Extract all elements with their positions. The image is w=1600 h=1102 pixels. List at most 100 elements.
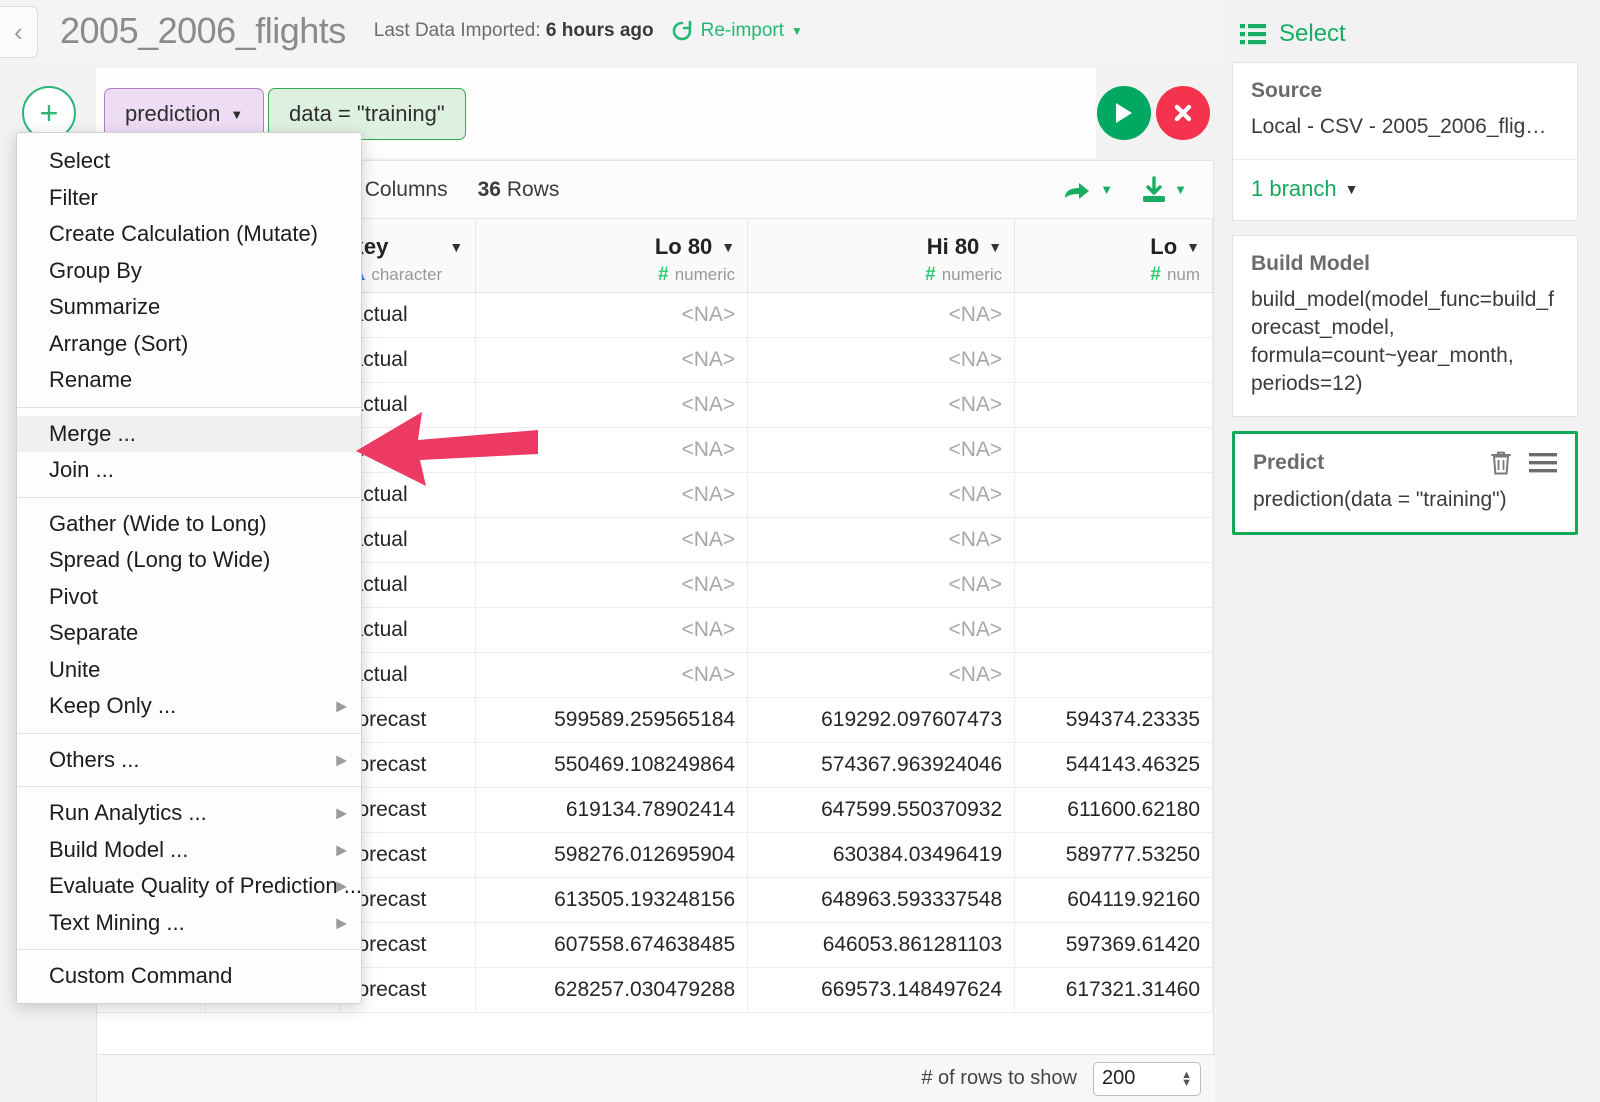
table-cell-lo80: 550469.108249864 (476, 743, 749, 787)
menu-item-label: Rename (49, 367, 133, 393)
table-cell-lo80: <NA> (476, 293, 749, 337)
menu-item-label: Gather (Wide to Long) (49, 510, 267, 536)
column-header-lo-80[interactable]: Lo 80 ▼ # numeric (476, 219, 749, 292)
chevron-down-icon: ▼ (791, 24, 803, 38)
table-footer: # of rows to show 200 ▲ ▼ (97, 1054, 1215, 1102)
menu-item-group-by[interactable]: Group By (17, 253, 361, 290)
menu-item-label: Text Mining ... (49, 909, 185, 935)
stepper-arrows-icon: ▲ ▼ (1181, 1068, 1192, 1089)
menu-item-arrange-sort[interactable]: Arrange (Sort) (17, 326, 361, 363)
table-cell-lo80: 628257.030479288 (476, 968, 749, 1012)
chevron-down-icon[interactable]: ▼ (449, 239, 463, 255)
menu-item-label: Custom Command (49, 963, 233, 989)
select-step-header[interactable]: Select (1222, 0, 1600, 62)
menu-item-merge[interactable]: Merge ... (17, 415, 361, 452)
chevron-right-icon: ▶ (336, 914, 347, 931)
menu-item-evaluate-quality-of-prediction[interactable]: Evaluate Quality of Prediction ... ▶ (17, 868, 363, 905)
rows-to-show-stepper[interactable]: 200 ▲ ▼ (1093, 1061, 1201, 1096)
column-header-hi-80[interactable]: Hi 80 ▼ # numeric (748, 219, 1016, 292)
reimport-button[interactable]: Re-import ▼ (670, 19, 803, 43)
menu-item-label: Evaluate Quality of Prediction ... (49, 873, 363, 899)
rows-count-label: Rows (506, 177, 560, 201)
column-header-name: Lo 80 ▼ (488, 234, 735, 260)
table-cell-hi80: 647599.550370932 (748, 788, 1016, 832)
source-section: Source Local - CSV - 2005_2006_flig… (1233, 63, 1577, 159)
menu-item-build-model[interactable]: Build Model ... ▶ (17, 832, 361, 869)
table-cell-hi80: <NA> (748, 293, 1016, 337)
table-cell-lo80: <NA> (476, 473, 749, 517)
table-cell-lo80: <NA> (476, 518, 749, 562)
menu-item-custom-command[interactable]: Custom Command (17, 958, 361, 995)
table-cell-hi80: <NA> (748, 653, 1016, 697)
columns-count-label: Columns (364, 177, 448, 201)
trash-icon[interactable] (1489, 450, 1513, 476)
menu-item-label: Arrange (Sort) (49, 330, 189, 356)
menu-item-rename[interactable]: Rename (17, 362, 361, 399)
table-cell-lo: 611600.62180 (1015, 788, 1213, 832)
menu-item-others[interactable]: Others ... ▶ (17, 742, 361, 779)
table-cell-lo (1015, 338, 1213, 382)
table-cell-hi80: <NA> (748, 518, 1016, 562)
back-button[interactable]: ‹ (0, 6, 38, 58)
hamburger-icon[interactable] (1529, 452, 1557, 474)
table-cell-lo (1015, 518, 1213, 562)
table-cell-lo80: <NA> (476, 563, 749, 607)
run-button[interactable] (1097, 86, 1151, 140)
menu-separator (17, 496, 361, 498)
menu-item-run-analytics[interactable]: Run Analytics ... ▶ (17, 795, 361, 832)
source-card[interactable]: Source Local - CSV - 2005_2006_flig… 1 b… (1232, 62, 1578, 221)
menu-item-summarize[interactable]: Summarize (17, 289, 361, 326)
menu-item-text-mining[interactable]: Text Mining ... ▶ (17, 905, 361, 942)
step-context-menu[interactable]: Select Filter Create Calculation (Mutate) G… (16, 132, 362, 1004)
chevron-down-icon[interactable]: ▼ (721, 239, 735, 255)
rows-count-value: 36 (477, 177, 501, 201)
menu-item-keep-only[interactable]: Keep Only ... ▶ (17, 688, 361, 725)
menu-separator (17, 732, 361, 734)
chevron-down-icon: ▼ (1344, 181, 1359, 197)
menu-item-spread-long-to-wide[interactable]: Spread (Long to Wide) (17, 542, 361, 579)
menu-item-unite[interactable]: Unite (17, 652, 361, 689)
menu-separator (17, 949, 361, 950)
predict-card[interactable]: Predict prediction(data = "training") (1232, 431, 1578, 535)
branch-selector[interactable]: 1 branch ▼ (1251, 176, 1559, 202)
table-cell-lo80: 619134.78902414 (476, 788, 749, 832)
table-cell-lo (1015, 428, 1213, 472)
share-button[interactable]: ▼ (1061, 177, 1113, 203)
menu-item-label: Group By (49, 257, 142, 283)
column-header-lo[interactable]: Lo ▼ # num (1015, 219, 1214, 292)
menu-item-filter[interactable]: Filter (17, 180, 361, 217)
select-step-label: Select (1279, 20, 1346, 47)
menu-item-label: Select (49, 148, 111, 174)
table-cell-lo (1015, 473, 1213, 517)
column-type: Acharacter (352, 264, 464, 286)
menu-item-separate[interactable]: Separate (17, 615, 361, 652)
menu-item-label: Build Model ... (49, 836, 189, 862)
download-button[interactable]: ▼ (1139, 175, 1187, 204)
source-value: Local - CSV - 2005_2006_flig… (1251, 115, 1547, 138)
chevron-down-icon[interactable]: ▼ (988, 239, 1002, 255)
menu-item-create-calculation-mutate[interactable]: Create Calculation (Mutate) (17, 216, 361, 253)
column-type-label: character (371, 264, 443, 284)
build-model-card[interactable]: Build Model build_model(model_func=build… (1232, 235, 1578, 417)
build-model-value: build_model(model_func=build_forecast_mo… (1251, 288, 1554, 395)
cancel-button[interactable] (1156, 86, 1210, 140)
chevron-down-icon[interactable]: ▼ (1186, 239, 1200, 255)
chevron-down-icon: ▼ (230, 106, 244, 122)
menu-item-join[interactable]: Join ... (17, 452, 361, 489)
token-prediction-label: prediction (125, 101, 221, 126)
predict-section: Predict prediction(data = "training") (1235, 434, 1575, 532)
menu-item-pivot[interactable]: Pivot (17, 579, 361, 616)
reimport-label: Re-import (700, 20, 785, 41)
rows-to-show-value: 200 (1102, 1067, 1136, 1089)
table-cell-lo: 617321.31460 (1015, 968, 1213, 1012)
column-type: # num (1027, 264, 1200, 286)
list-icon (1240, 24, 1266, 45)
top-bar: ‹ 2005_2006_flights Last Data Imported: … (0, 0, 1222, 62)
menu-item-gather-wide-to-long[interactable]: Gather (Wide to Long) (17, 506, 361, 543)
table-cell-lo (1015, 383, 1213, 427)
table-cell-lo80: 599589.259565184 (476, 698, 749, 742)
table-cell-hi80: 669573.148497624 (748, 968, 1016, 1012)
menu-item-select[interactable]: Select (17, 143, 361, 180)
chevron-right-icon: ▶ (336, 841, 347, 858)
table-cell-hi80: <NA> (748, 563, 1016, 607)
